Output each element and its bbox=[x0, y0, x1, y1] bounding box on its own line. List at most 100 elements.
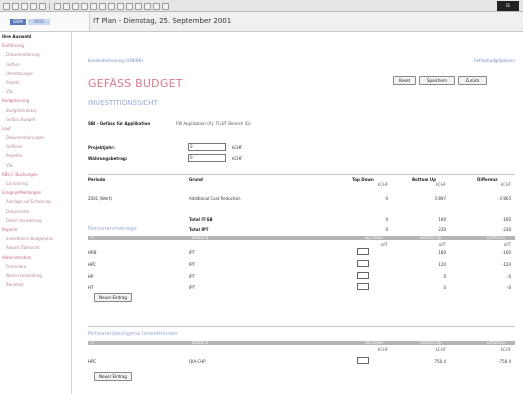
unit-label: kCHF bbox=[435, 182, 446, 187]
row-diff: -120 bbox=[501, 262, 511, 267]
sidebar-item[interactable]: Dokumente bbox=[0, 207, 71, 216]
top-down-input[interactable] bbox=[357, 248, 369, 255]
mail-icon[interactable] bbox=[81, 3, 88, 10]
page-title: GEFÄSS BUDGET bbox=[88, 77, 183, 90]
waehrung-input[interactable]: 0 bbox=[188, 154, 226, 162]
table-header-bar: IT Bestand Top Down Bottom Up Differenz bbox=[88, 341, 515, 345]
sidebar-item[interactable]: Ereignis/Meldungen bbox=[0, 188, 71, 197]
add-entry-button[interactable]: Neuer Eintrag bbox=[94, 372, 132, 381]
row-bottom: 180 bbox=[438, 250, 446, 255]
back-button[interactable]: Zurück bbox=[458, 76, 487, 85]
sidebar-item[interactable]: Reports bbox=[0, 225, 71, 234]
bar-label: Differenz bbox=[487, 235, 506, 240]
section-title-personen: Personenmatrage bbox=[88, 226, 137, 232]
discuss-icon[interactable] bbox=[108, 3, 115, 10]
sidebar-item[interactable]: Gefässe bbox=[0, 142, 71, 151]
divider bbox=[88, 326, 515, 327]
bar-label: Top Down bbox=[364, 235, 384, 240]
size-icon[interactable] bbox=[153, 3, 160, 10]
unit-label: a/IT bbox=[503, 242, 511, 247]
sidebar-item[interactable]: Report Übersicht bbox=[0, 243, 71, 252]
table-cell: Additional Cost Reduction bbox=[189, 196, 241, 201]
top-down-input[interactable] bbox=[357, 283, 369, 290]
breadcrumb[interactable]: Kundenbetreuung (VABIEN) bbox=[88, 58, 143, 63]
messenger-icon[interactable] bbox=[117, 3, 124, 10]
table-header: Periode bbox=[88, 177, 106, 182]
save-button[interactable]: Speichern bbox=[419, 76, 455, 85]
home-icon[interactable] bbox=[39, 3, 46, 10]
forward-icon[interactable] bbox=[12, 3, 19, 10]
row-type: IPT bbox=[189, 285, 196, 290]
sidebar-item[interactable]: Gefäss Budget bbox=[0, 115, 71, 124]
sidebar-item[interactable]: Einführung bbox=[0, 41, 71, 50]
sidebar-item[interactable]: Projekt bbox=[0, 78, 71, 87]
sidebar-item[interactable]: Budgetstruktur bbox=[0, 106, 71, 115]
bar-label: Differenz bbox=[487, 340, 506, 345]
total-cell: -230 bbox=[501, 227, 511, 232]
sidebar-item[interactable]: Nutzerverwaltung bbox=[0, 271, 71, 280]
sidebar-item[interactable]: Benutzer bbox=[0, 280, 71, 289]
bar-label: Top Down bbox=[364, 340, 384, 345]
row-bottom: 0 bbox=[443, 285, 446, 290]
sidebar-item[interactable]: Umsetzungen bbox=[0, 69, 71, 78]
row-type: IPT bbox=[189, 262, 196, 267]
top-down-input[interactable] bbox=[357, 272, 369, 279]
sidebar-item[interactable]: VSL bbox=[0, 161, 71, 170]
sidebar-item[interactable]: Lauf bbox=[0, 124, 71, 133]
bar-label: Bottom Up bbox=[420, 235, 442, 240]
sidebar-item[interactable]: Gefäss bbox=[0, 60, 71, 69]
logo-brand-right: SMSS bbox=[28, 19, 50, 25]
sidebar-item[interactable]: Projekte bbox=[0, 151, 71, 160]
row-diff: -0 bbox=[507, 285, 511, 290]
table-header: Grund bbox=[189, 177, 203, 182]
stop-icon[interactable] bbox=[21, 3, 28, 10]
browser-logo: IE bbox=[497, 1, 519, 11]
search-icon[interactable] bbox=[54, 3, 61, 10]
divider bbox=[88, 174, 515, 175]
sidebar-item: Ihre Auswahl bbox=[2, 34, 32, 39]
help-link[interactable]: Gefässbudgetplanen bbox=[474, 58, 515, 63]
window-icon[interactable] bbox=[162, 3, 169, 10]
row-diff: -0 bbox=[507, 274, 511, 279]
sidebar-item[interactable]: Budgetierung bbox=[0, 96, 71, 105]
table-cell: 2001 (Wert) bbox=[88, 196, 112, 201]
back-icon[interactable] bbox=[3, 3, 10, 10]
sidebar-item[interactable]: Dokumentierung bbox=[0, 50, 71, 59]
sidebar-item[interactable]: Detail Verwaltung bbox=[0, 216, 71, 225]
favorites-icon[interactable] bbox=[63, 3, 70, 10]
reset-button[interactable]: Reset bbox=[393, 76, 416, 85]
projektjahr-input[interactable]: 0 bbox=[188, 143, 226, 151]
unit-label: a/IT bbox=[380, 242, 388, 247]
add-entry-button[interactable]: Neuer Eintrag bbox=[94, 293, 132, 302]
sidebar-item[interactable]: Formulare bbox=[0, 262, 71, 271]
sidebar-item[interactable]: VSL bbox=[0, 87, 71, 96]
sidebar-item[interactable]: Anträge auf Erfassung bbox=[0, 197, 71, 206]
edit-icon[interactable] bbox=[99, 3, 106, 10]
unit-label: kCHF bbox=[377, 347, 388, 352]
tools-icon[interactable] bbox=[126, 3, 133, 10]
print-icon[interactable] bbox=[90, 3, 97, 10]
sidebar-item[interactable]: Dokumentierungen bbox=[0, 133, 71, 142]
row-type: IPT bbox=[189, 250, 196, 255]
row-bottom: 750.4 bbox=[434, 359, 446, 364]
top-down-input[interactable] bbox=[357, 357, 369, 364]
bookmark-icon[interactable] bbox=[135, 3, 142, 10]
sidebar-item[interactable]: Investitions-Budgetplan bbox=[0, 234, 71, 243]
links-icon[interactable] bbox=[144, 3, 151, 10]
table-header-bar: IT Bestand Top Down Bottom Up Differenz bbox=[88, 236, 515, 240]
sidebar-item[interactable]: Controlling bbox=[0, 179, 71, 188]
toolbar-separator bbox=[49, 3, 50, 10]
table-cell: 0 bbox=[385, 196, 388, 201]
total-cell: 0 bbox=[385, 217, 388, 222]
page-header: IT Plan - Dienstag, 25. September 2001 bbox=[90, 12, 523, 32]
top-down-input[interactable] bbox=[357, 260, 369, 267]
sidebar-item[interactable]: Administration bbox=[0, 253, 71, 262]
app-logo: iBSM SMSS bbox=[0, 12, 90, 32]
bar-label: Bottom Up bbox=[420, 340, 442, 345]
page-subtitle: INVESTITIONSSICHT bbox=[88, 99, 158, 107]
section-title-investitionen: Personenbezogene Investitionen bbox=[88, 331, 178, 337]
sidebar-item[interactable]: KBS-C Buchungen bbox=[0, 170, 71, 179]
row-diff: -160 bbox=[501, 250, 511, 255]
refresh-icon[interactable] bbox=[30, 3, 37, 10]
history-icon[interactable] bbox=[72, 3, 79, 10]
